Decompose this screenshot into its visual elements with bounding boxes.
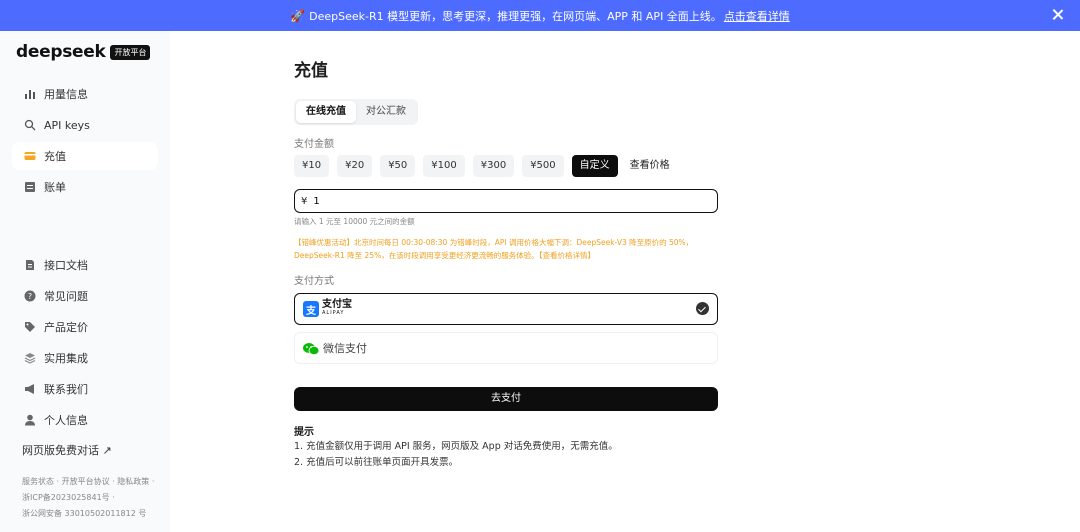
amount-option-10[interactable]: ¥10 [294, 155, 330, 177]
payment-method-label: 支付方式 [294, 276, 334, 287]
alipay-logo: 支 支付宝 ALIPAY [303, 300, 352, 318]
tab-corporate-transfer[interactable]: 对公汇款 [356, 101, 416, 123]
alipay-label: 支付宝 [322, 299, 352, 310]
custom-amount-field[interactable]: ¥ [294, 189, 718, 213]
wechat-icon [303, 341, 320, 356]
layers-icon [24, 352, 36, 364]
recharge-tabs: 在线充值 对公汇款 [294, 99, 418, 125]
promo-notice: 【错峰优惠活动】北京时间每日 00:30-08:30 为错峰时段，API 调用价… [294, 236, 718, 262]
tips-title: 提示 [294, 427, 314, 438]
security-record-link[interactable]: 浙公网安备 33010502011812 号 [22, 509, 146, 518]
alipay-en-label: ALIPAY [322, 310, 345, 316]
bill-icon [24, 181, 36, 193]
icp-link[interactable]: 浙ICP备2023025841号 [22, 493, 110, 502]
sidebar-item-recharge[interactable]: 充值 [12, 142, 158, 170]
amount-option-300[interactable]: ¥300 [472, 155, 515, 177]
wallet-icon [24, 150, 36, 162]
sidebar-item-integrations[interactable]: 实用集成 [12, 344, 158, 372]
user-icon [24, 414, 36, 426]
arrow-up-right-icon: ↗ [102, 444, 112, 457]
tip-item: 2. 充值后可以前往账单页面开具发票。 [294, 457, 459, 468]
sidebar-item-profile[interactable]: 个人信息 [12, 406, 158, 434]
alipay-icon: 支 [303, 301, 319, 317]
logo[interactable]: deepseek 开放平台 [16, 42, 151, 62]
sidebar-item-label: 实用集成 [44, 352, 88, 365]
sidebar-item-label: 常见问题 [44, 290, 88, 303]
amount-option-20[interactable]: ¥20 [337, 155, 373, 177]
service-status-link[interactable]: 服务状态 [22, 477, 54, 486]
page-title: 充值 [294, 61, 328, 81]
sidebar-footer: 服务状态 · 开放平台协议 · 隐私政策 · 浙ICP备2023025841号 … [22, 477, 155, 518]
sidebar-item-label: 用量信息 [44, 88, 88, 101]
sidebar-item-label: 个人信息 [44, 414, 88, 427]
sidebar-item-label: 联系我们 [44, 383, 88, 396]
wechat-pay-option[interactable]: 微信支付 [294, 332, 718, 364]
sidebar-item-faq[interactable]: ? 常见问题 [12, 282, 158, 310]
promo-text: 【错峰优惠活动】北京时间每日 00:30-08:30 为错峰时段，API 调用价… [294, 238, 694, 260]
sidebar-item-api-keys[interactable]: API keys [12, 111, 158, 139]
sidebar-item-bills[interactable]: 账单 [12, 173, 158, 201]
amount-option-50[interactable]: ¥50 [380, 155, 416, 177]
sidebar-item-label: 充值 [44, 150, 66, 163]
platform-badge: 开放平台 [110, 44, 151, 60]
alipay-option[interactable]: 支 支付宝 ALIPAY [294, 293, 718, 325]
amount-option-custom[interactable]: 自定义 [571, 155, 618, 177]
price-details-link[interactable]: 【查看价格详情】 [539, 251, 595, 260]
sidebar-item-label: 账单 [44, 181, 66, 194]
privacy-link[interactable]: 隐私政策 [117, 477, 149, 486]
amount-option-100[interactable]: ¥100 [423, 155, 465, 177]
svg-text:?: ? [28, 292, 32, 301]
amount-hint: 请输入 1 元至 10000 元之间的金额 [294, 217, 415, 226]
sidebar-item-label: 接口文档 [44, 259, 88, 272]
document-icon [24, 259, 36, 271]
wechat-pay-label: 微信支付 [323, 342, 367, 355]
web-chat-link[interactable]: 网页版免费对话 ↗ [22, 442, 112, 458]
tips-list: 1. 充值金额仅用于调用 API 服务，网页版及 App 对话免费使用，无需充值… [294, 439, 618, 471]
bar-chart-icon [24, 88, 36, 100]
search-icon [24, 119, 36, 131]
tag-icon [24, 321, 36, 333]
amount-input[interactable] [313, 195, 694, 207]
sidebar-item-contact[interactable]: 联系我们 [12, 375, 158, 403]
check-icon [696, 302, 709, 315]
logo-text: deepseek [16, 42, 106, 62]
question-icon: ? [24, 290, 36, 302]
rocket-icon: 🚀 [290, 8, 306, 23]
sidebar-item-label: API keys [44, 118, 90, 132]
announcement-banner: 🚀 DeepSeek-R1 模型更新，思考更深，推理更强，在网页端、APP 和 … [0, 0, 1080, 31]
currency-symbol: ¥ [301, 195, 308, 207]
pay-button[interactable]: 去支付 [294, 387, 718, 411]
sidebar-item-label: 产品定价 [44, 321, 88, 334]
sidebar: deepseek 开放平台 用量信息 API keys 充值 账单 接口文档 ? [0, 31, 170, 532]
agreement-link[interactable]: 开放平台协议 [62, 477, 110, 486]
amount-label: 支付金额 [294, 139, 334, 150]
view-price-link[interactable]: 查看价格 [626, 155, 674, 177]
tip-item: 1. 充值金额仅用于调用 API 服务，网页版及 App 对话免费使用，无需充值… [294, 441, 618, 452]
megaphone-icon [24, 383, 36, 395]
sidebar-item-pricing[interactable]: 产品定价 [12, 313, 158, 341]
sidebar-item-docs[interactable]: 接口文档 [12, 251, 158, 279]
banner-details-link[interactable]: 点击查看详情 [724, 8, 790, 24]
amount-option-500[interactable]: ¥500 [522, 155, 564, 177]
sidebar-item-usage[interactable]: 用量信息 [12, 80, 158, 108]
amount-options: ¥10 ¥20 ¥50 ¥100 ¥300 ¥500 自定义 查看价格 [294, 155, 682, 177]
web-chat-label: 网页版免费对话 [22, 444, 99, 457]
banner-text: DeepSeek-R1 模型更新，思考更深，推理更强，在网页端、APP 和 AP… [309, 9, 722, 23]
tab-online-recharge[interactable]: 在线充值 [296, 101, 356, 123]
close-icon[interactable] [1050, 7, 1066, 23]
